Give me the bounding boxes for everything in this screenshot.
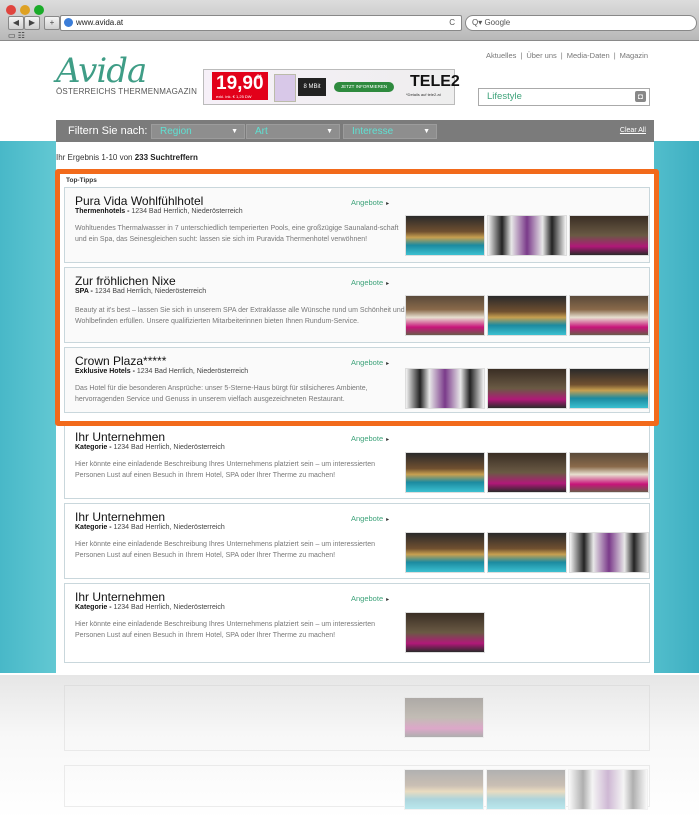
ad-price-note: exkl. ink. € 1,25 DW	[216, 94, 252, 99]
reflection-photo	[404, 697, 484, 738]
page-reflection	[0, 675, 699, 819]
result-description: Hier könnte eine einladende Beschreibung…	[75, 621, 376, 639]
dropdown-arrow-icon: ▼	[326, 128, 333, 135]
minimize-window-icon[interactable]	[20, 5, 30, 15]
ad-price-box: 19,90 €* exkl. ink. € 1,25 DW	[212, 72, 268, 100]
angebote-label: Angebote	[351, 514, 384, 523]
ad-badge: 8 MBit	[298, 78, 326, 96]
ad-brand-sub: *Details auf tele2.at	[406, 92, 441, 97]
address-url: www.avida.at	[76, 18, 124, 27]
angebote-label: Angebote	[351, 594, 384, 603]
back-button[interactable]: ◀	[8, 16, 24, 30]
result-title[interactable]: Ihr Unternehmen	[75, 510, 165, 524]
result-category: Kategorie -	[75, 524, 112, 531]
bookmarks-icon[interactable]: ▭ ☷	[8, 31, 25, 40]
nav-link-ueber-uns[interactable]: Über uns	[526, 51, 556, 60]
filter-interesse-label: Interesse	[352, 126, 394, 137]
site-search-input[interactable]: Lifestyle ◘	[478, 88, 650, 106]
hotel-photo[interactable]	[405, 532, 485, 573]
arrow-icon: ▸	[386, 437, 390, 443]
result-address: 1234 Bad Herrlich, Niederösterreich	[111, 524, 225, 531]
maximize-window-icon[interactable]	[34, 5, 44, 15]
reload-icon[interactable]: C	[449, 16, 455, 30]
site-search-value: Lifestyle	[487, 91, 522, 102]
clear-all-link[interactable]: Clear All	[620, 127, 646, 134]
filter-label: Filtern Sie nach:	[68, 125, 148, 137]
angebote-link[interactable]: Angebote ▸	[351, 594, 389, 603]
result-title[interactable]: Ihr Unternehmen	[75, 430, 165, 444]
search-placeholder: Q▾ Google	[472, 18, 511, 27]
forward-button[interactable]: ▶	[24, 16, 40, 30]
angebote-link[interactable]: Angebote ▸	[351, 434, 389, 443]
dropdown-arrow-icon: ▼	[231, 128, 238, 135]
result-category: Kategorie -	[75, 604, 112, 611]
result-card[interactable]: Ihr Unternehmen Kategorie - 1234 Bad Her…	[64, 423, 650, 499]
add-bookmark-button[interactable]: +	[44, 16, 60, 30]
reflection-photo	[486, 769, 566, 810]
arrow-icon: ▸	[386, 517, 390, 523]
globe-icon	[64, 18, 73, 27]
search-icon[interactable]: ◘	[635, 91, 646, 102]
reflection-photo	[568, 769, 648, 810]
result-meta: Kategorie - 1234 Bad Herrlich, Niederöst…	[75, 524, 225, 531]
result-count-prefix: Ihr Ergebnis 1-10 von	[56, 153, 133, 162]
result-card[interactable]: Ihr Unternehmen Kategorie - 1234 Bad Her…	[64, 503, 650, 579]
hotel-photo[interactable]	[405, 452, 485, 493]
hotel-photo[interactable]	[487, 532, 567, 573]
result-meta: Kategorie - 1234 Bad Herrlich, Niederöst…	[75, 444, 225, 451]
reflection-content	[64, 685, 650, 810]
hotel-photo[interactable]	[569, 532, 649, 573]
browser-chrome: ◀ ▶ + www.avida.at C Q▾ Google ▭ ☷	[0, 0, 699, 41]
result-address: 1234 Bad Herrlich, Niederösterreich	[111, 604, 225, 611]
result-card[interactable]: Ihr Unternehmen Kategorie - 1234 Bad Her…	[64, 583, 650, 663]
result-category: Kategorie -	[75, 444, 112, 451]
hotel-photo[interactable]	[487, 452, 567, 493]
filter-art-label: Art	[255, 126, 268, 137]
ad-product-icon	[274, 74, 296, 102]
result-title[interactable]: Ihr Unternehmen	[75, 590, 165, 604]
top-tips-highlight	[55, 169, 659, 426]
nav-link-aktuelles[interactable]: Aktuelles	[486, 51, 516, 60]
reflection-photo	[404, 769, 484, 810]
filter-interesse-select[interactable]: Interesse ▼	[343, 124, 437, 139]
result-description: Hier könnte eine einladende Beschreibung…	[75, 461, 376, 479]
ad-brand: TELE2	[410, 73, 460, 90]
filter-region-select[interactable]: Region ▼	[151, 124, 245, 139]
nav-link-magazin[interactable]: Magazin	[620, 51, 648, 60]
filter-bar: Filtern Sie nach: Region ▼ Art ▼ Interesse…	[56, 120, 654, 142]
result-address: 1234 Bad Herrlich, Niederösterreich	[111, 444, 225, 451]
close-window-icon[interactable]	[6, 5, 16, 15]
top-navigation: Aktuelles | Über uns | Media-Daten | Magazin	[485, 51, 648, 60]
hotel-photo[interactable]	[405, 612, 485, 653]
nav-link-media-daten[interactable]: Media-Daten	[567, 51, 610, 60]
filter-region-label: Region	[160, 126, 192, 137]
ad-cta-button[interactable]: JETZT INFORMIEREN	[334, 82, 394, 92]
result-meta: Kategorie - 1234 Bad Herrlich, Niederöst…	[75, 604, 225, 611]
angebote-label: Angebote	[351, 434, 384, 443]
logo-tagline: ÖSTERREICHS THERMENMAGAZIN	[56, 87, 198, 96]
arrow-icon: ▸	[386, 597, 390, 603]
ad-price-currency: €*	[256, 75, 262, 81]
ad-banner[interactable]: 19,90 €* exkl. ink. € 1,25 DW 8 MBit JET…	[203, 69, 460, 105]
filter-art-select[interactable]: Art ▼	[246, 124, 340, 139]
hotel-photo[interactable]	[569, 452, 649, 493]
result-count: Ihr Ergebnis 1-10 von 233 Suchtreffern	[56, 153, 198, 162]
result-description: Hier könnte eine einladende Beschreibung…	[75, 541, 376, 559]
result-count-total: 233 Suchtreffern	[134, 153, 198, 162]
reflection-box	[64, 685, 650, 751]
site-logo[interactable]: Avida ÖSTERREICHS THERMENMAGAZIN	[56, 51, 197, 96]
browser-search-field[interactable]: Q▾ Google	[465, 15, 697, 31]
logo-wordmark: Avida	[56, 51, 147, 91]
address-bar[interactable]: www.avida.at C	[60, 15, 462, 31]
angebote-link[interactable]: Angebote ▸	[351, 514, 389, 523]
dropdown-arrow-icon: ▼	[423, 128, 430, 135]
